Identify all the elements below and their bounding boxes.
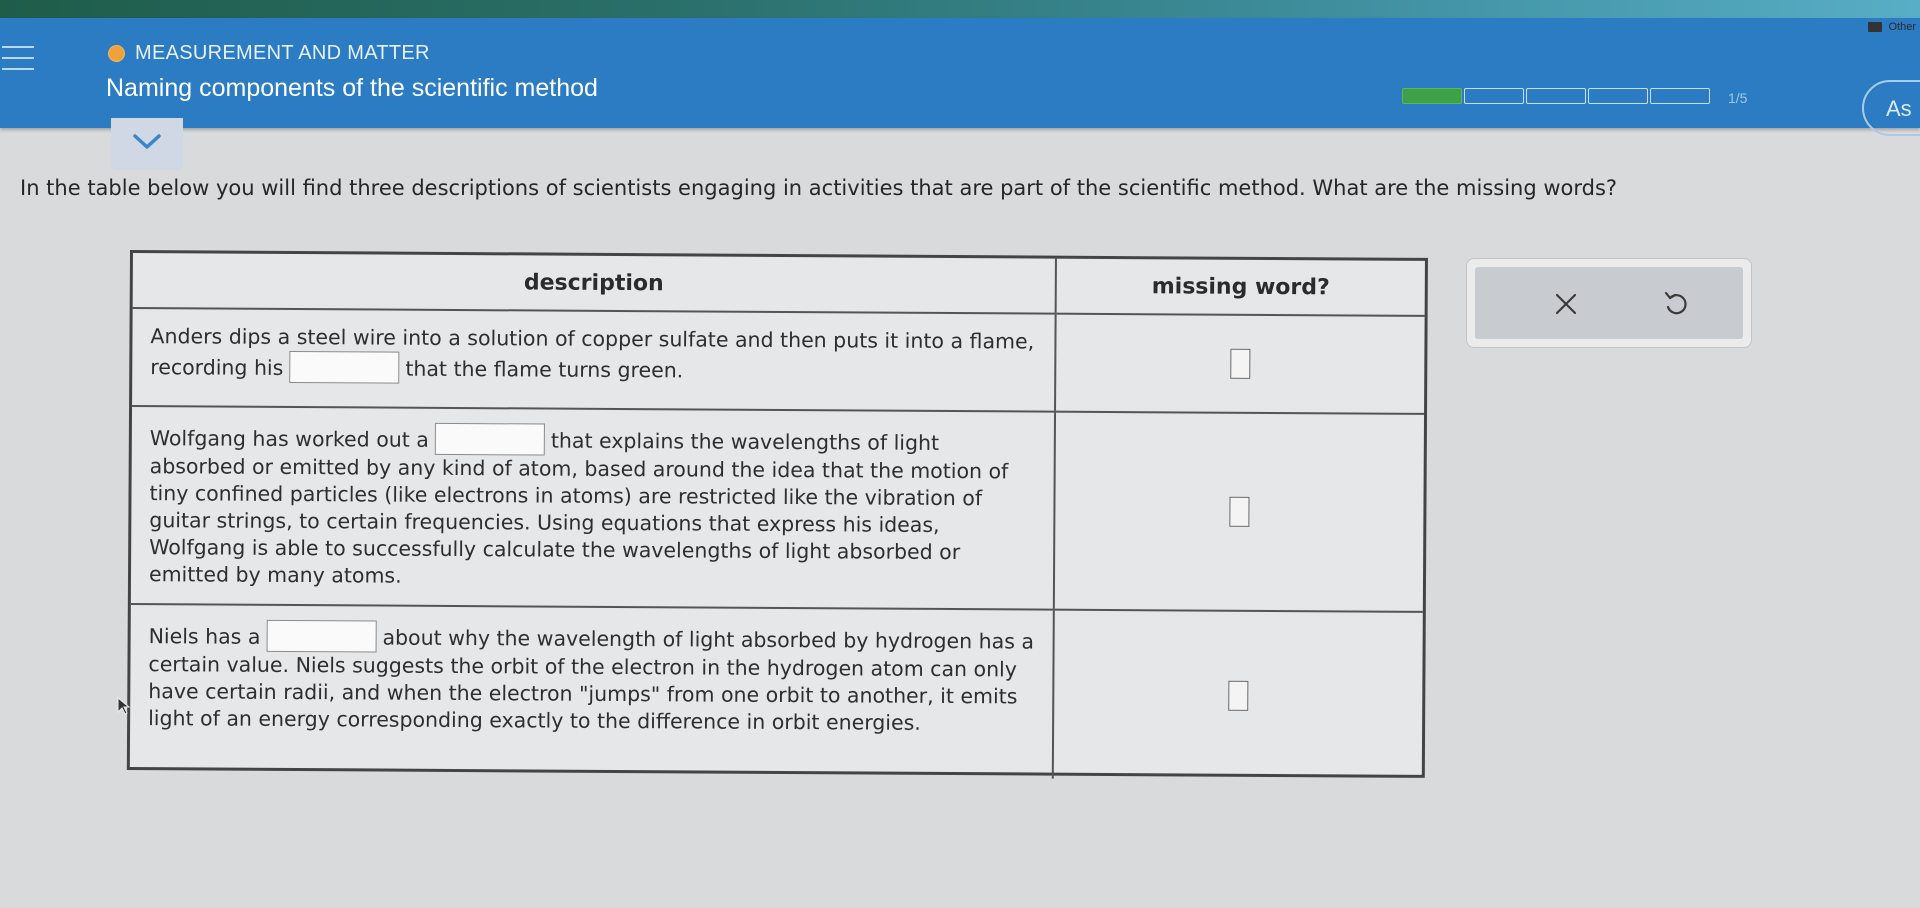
topic-status-dot: [108, 45, 125, 62]
table-row: Anders dips a steel wire into a solution…: [132, 309, 1425, 415]
progress-segment: [1588, 88, 1648, 104]
description-text-after: that the flame turns green.: [405, 356, 684, 383]
description-text-before: Wolfgang has worked out a: [149, 426, 429, 452]
tools-panel-inner: [1475, 267, 1743, 339]
mouse-cursor-icon: [117, 696, 131, 715]
ask-button-label: As: [1886, 96, 1912, 121]
table-row: Niels has a about why the wavelength of l…: [129, 605, 1423, 781]
expand-header-button[interactable]: [111, 118, 183, 170]
bookmark-other[interactable]: Other: [1868, 18, 1916, 36]
description-cell: Wolfgang has worked out a that explains t…: [130, 407, 1057, 609]
folder-icon: [1868, 22, 1883, 32]
chevron-down-icon: [133, 134, 161, 149]
answer-input[interactable]: [1230, 348, 1251, 379]
inline-blank: [266, 619, 377, 653]
x-icon[interactable]: [1553, 291, 1579, 317]
table-header-row: description missing word?: [132, 253, 1425, 317]
progress-segment: [1464, 88, 1524, 104]
progress-label: 1/5: [1728, 90, 1748, 106]
progress-bar: [1402, 88, 1710, 104]
question-prompt: In the table below you will find three d…: [20, 176, 1618, 200]
header-missing-word: missing word?: [1151, 273, 1330, 300]
bookmark-label: Other: [1888, 21, 1916, 33]
answer-input[interactable]: [1229, 496, 1250, 527]
header-description: description: [132, 253, 1057, 313]
description-text-before: Niels has a: [148, 624, 261, 649]
inline-blank: [289, 350, 400, 384]
answer-cell: [1056, 315, 1425, 413]
undo-icon[interactable]: [1661, 289, 1691, 319]
inline-blank: [434, 422, 545, 456]
progress-segment-done: [1402, 88, 1462, 104]
topic-row: MEASUREMENT AND MATTER: [108, 42, 430, 65]
page-title: Naming components of the scientific meth…: [106, 74, 598, 102]
progress-segment: [1650, 88, 1710, 104]
answer-cell: [1054, 611, 1423, 781]
answer-input[interactable]: [1228, 680, 1249, 711]
progress-segment: [1526, 88, 1586, 104]
description-text-after: that explains the wavelengths of light a…: [148, 428, 1009, 588]
tools-panel: [1466, 258, 1752, 348]
menu-icon[interactable]: [0, 46, 36, 88]
table-row: Wolfgang has worked out a that explains t…: [130, 407, 1425, 613]
question-table: description missing word? Anders dips a …: [126, 250, 1428, 781]
description-cell: Niels has a about why the wavelength of l…: [129, 605, 1055, 779]
topic-label: MEASUREMENT AND MATTER: [135, 42, 430, 64]
app-header: MEASUREMENT AND MATTER Naming components…: [0, 18, 1920, 136]
ask-button[interactable]: As: [1862, 80, 1920, 136]
description-cell: Anders dips a steel wire into a solution…: [132, 309, 1057, 411]
answer-cell: [1055, 413, 1424, 611]
